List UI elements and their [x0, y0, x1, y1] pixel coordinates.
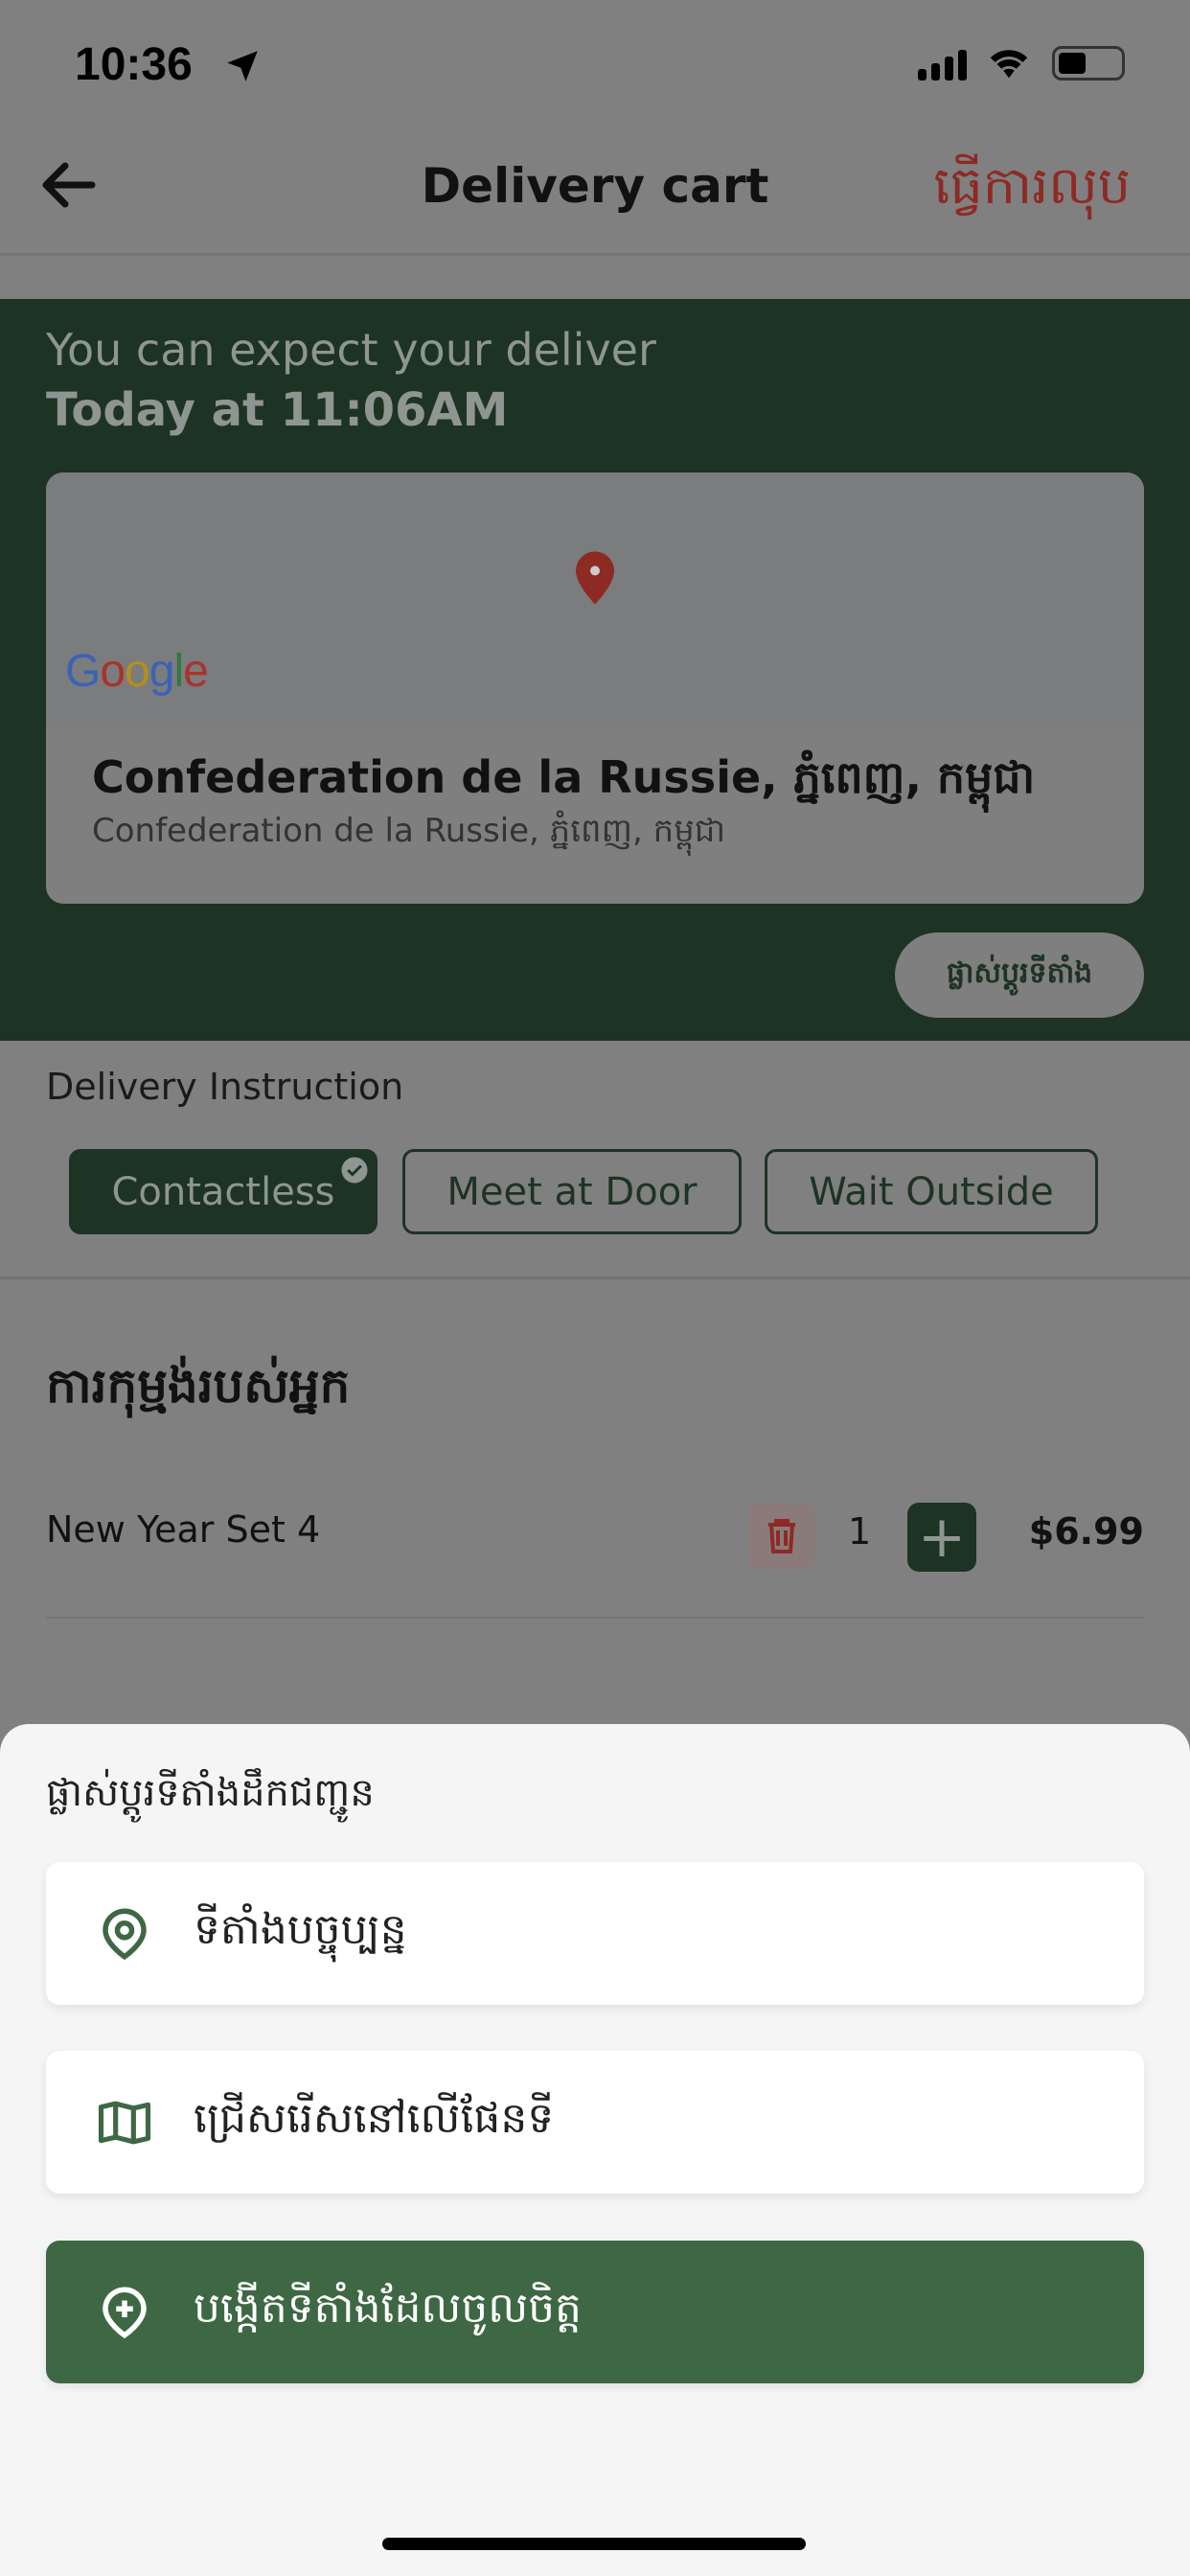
add-location-icon	[103, 2286, 147, 2338]
address-card[interactable]: Google Confederation de la Russie, ភ្នំព…	[46, 472, 1144, 904]
option-choose-on-map[interactable]: ជ្រើសរើសនៅលើផែនទី	[46, 2051, 1144, 2194]
chip-contactless[interactable]: Contactless	[69, 1149, 378, 1234]
delivery-instruction-label: Delivery Instruction	[46, 1066, 404, 1108]
delete-button[interactable]: ធ្វើការលុប	[933, 153, 1131, 229]
orders-heading: ការកុម្មង់របស់អ្នក	[46, 1358, 351, 1414]
eta-label: You can expect your deliver	[46, 324, 656, 376]
battery-icon	[1052, 46, 1125, 80]
remove-item-button[interactable]	[748, 1503, 815, 1570]
option-current-location[interactable]: ទីតាំងបច្ចុប្បន្ន	[46, 1862, 1144, 2005]
home-indicator[interactable]	[382, 2538, 806, 2550]
option-label: បង្កើតទីតាំងដែលចូលចិត្ត	[194, 2283, 582, 2333]
status-time: 10:36	[75, 39, 193, 90]
location-pin-icon	[103, 1907, 147, 1960]
eta-time: Today at 11:06AM	[46, 383, 509, 437]
wifi-icon	[990, 50, 1028, 79]
option-create-favorite-location[interactable]: បង្កើតទីតាំងដែលចូលចិត្ត	[46, 2241, 1144, 2383]
google-logo: Google	[65, 646, 209, 697]
sheet-title: ផ្លាស់ប្តូរទីតាំងដឹកជញ្ជូន	[46, 1771, 375, 1815]
chip-meet-at-door[interactable]: Meet at Door	[402, 1149, 742, 1234]
trash-icon	[768, 1519, 795, 1553]
address-title: Confederation de la Russie, ភ្នំពេញ, កម្…	[92, 751, 1036, 803]
change-location-button[interactable]: ផ្លាស់ប្តូរទីតាំង	[895, 932, 1144, 1018]
map-icon	[98, 2101, 151, 2144]
option-label: ទីតាំងបច្ចុប្បន្ន	[194, 1904, 407, 1954]
item-divider	[46, 1617, 1144, 1619]
map-pin-icon	[576, 551, 614, 605]
option-label: ជ្រើសរើសនៅលើផែនទី	[194, 2093, 555, 2143]
item-name: New Year Set 4	[46, 1508, 321, 1551]
plus-icon: +	[917, 1504, 967, 1571]
location-arrow-icon	[227, 51, 258, 81]
section-divider	[0, 1276, 1190, 1279]
chip-wait-outside[interactable]: Wait Outside	[765, 1149, 1098, 1234]
item-quantity: 1	[848, 1510, 872, 1552]
address-subtitle: Confederation de la Russie, ភ្នំពេញ, កម្…	[92, 812, 726, 850]
increase-quantity-button[interactable]: +	[907, 1503, 976, 1572]
chip-label: Contactless	[111, 1169, 335, 1214]
header-divider	[0, 253, 1190, 256]
signal-icon	[918, 48, 970, 86]
item-price: $6.99	[1028, 1510, 1144, 1552]
check-icon	[341, 1157, 368, 1184]
